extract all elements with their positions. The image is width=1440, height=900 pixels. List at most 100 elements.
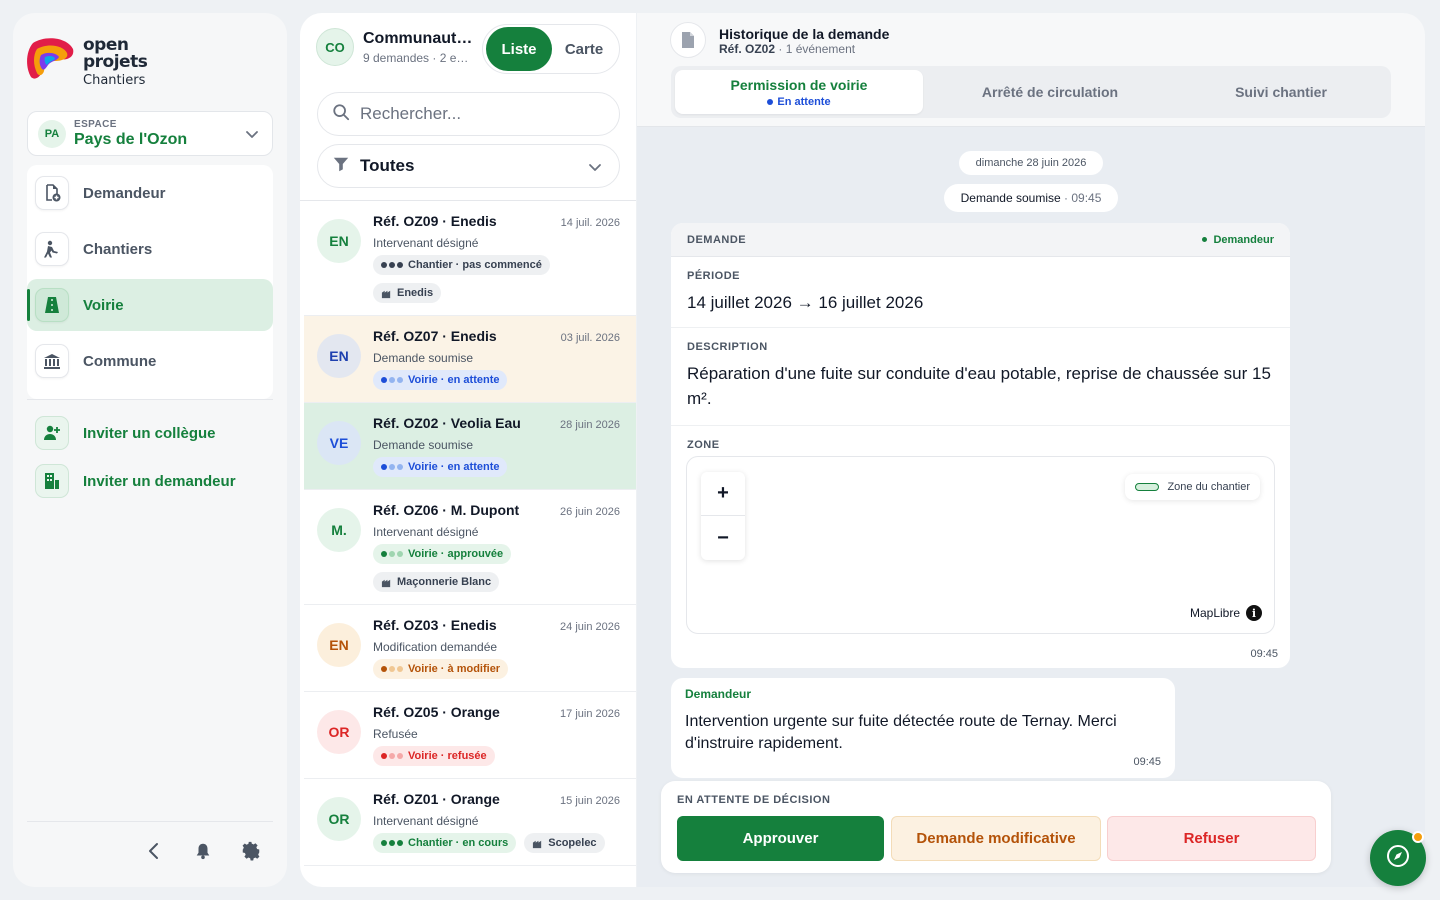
item-date: 14 juil. 2026 <box>560 217 620 229</box>
filter-value: Toutes <box>360 156 415 175</box>
zone-caption: ZONE <box>687 439 720 451</box>
description-value: Réparation d'une fuite sur conduite d'ea… <box>687 364 1271 408</box>
card-author: Demandeur <box>1202 234 1274 246</box>
company-icon <box>532 838 543 849</box>
nav-item-chantiers[interactable]: Chantiers <box>27 223 273 275</box>
bell-icon[interactable] <box>191 839 215 863</box>
progress-dots-icon <box>381 464 403 470</box>
list-item[interactable]: EN Réf. OZ07 · Enedis 03 juil. 2026 Dema… <box>304 316 636 403</box>
info-icon[interactable]: i <box>1246 605 1262 621</box>
brand-logo[interactable]: open projets Chantiers <box>27 37 148 89</box>
decision-bar: EN ATTENTE DE DÉCISION Approuver Demande… <box>661 781 1331 873</box>
message-bubble: Demandeur Intervention urgente sur fuite… <box>671 678 1175 778</box>
attribution-label: MapLibre <box>1189 606 1240 620</box>
message-time: 09:45 <box>1133 756 1161 768</box>
status-badge-label: Voirie · approuvée <box>408 548 504 560</box>
nav-item-voirie[interactable]: Voirie <box>27 279 273 331</box>
request-items: EN Réf. OZ09 · Enedis 14 juil. 2026 Inte… <box>304 201 636 866</box>
status-badge-label: Chantier · pas commencé <box>408 259 542 271</box>
zoom-in-button[interactable]: + <box>701 472 745 516</box>
status-badge: Chantier · pas commencé <box>373 255 550 275</box>
space-caption: ESPACE <box>74 118 117 130</box>
invite-colleague-button[interactable]: Inviter un collègue <box>35 416 216 450</box>
map-attribution[interactable]: MapLibre i <box>1190 605 1262 621</box>
view-map-button[interactable]: Carte <box>552 41 616 58</box>
nav-item-commune[interactable]: Commune <box>27 335 273 387</box>
sidebar: open projets Chantiers PA ESPACE Pays de… <box>13 13 287 887</box>
detail-tabs: Permission de voirie En attente Arrêté d… <box>671 66 1391 118</box>
tab-label: Suivi chantier <box>1235 84 1327 100</box>
view-toggle: Liste Carte <box>482 24 620 74</box>
legend-label: Zone du chantier <box>1167 481 1250 493</box>
event-time: · 09:45 <box>1064 191 1102 205</box>
avatar: OR <box>317 710 361 754</box>
item-status: Intervenant désigné <box>373 525 479 539</box>
company-icon <box>381 288 392 299</box>
space-avatar: PA <box>38 119 66 148</box>
progress-dots-icon <box>381 840 403 846</box>
company-label: Maçonnerie Blanc <box>397 576 492 588</box>
card-title: DEMANDE <box>687 233 747 246</box>
item-date: 26 juin 2026 <box>560 506 620 518</box>
worker-icon <box>35 232 69 266</box>
status-badge: Chantier · en cours <box>373 833 517 853</box>
progress-dots-icon <box>381 262 403 268</box>
view-list-button[interactable]: Liste <box>486 27 552 71</box>
zoom-out-button[interactable]: − <box>701 516 745 560</box>
zone-map[interactable]: + − Zone du chantier MapLibre i <box>686 456 1275 634</box>
period-caption: PÉRIODE <box>687 270 741 282</box>
status-filter[interactable]: Toutes <box>317 144 620 188</box>
status-badge: Voirie · approuvée <box>373 544 512 564</box>
space-selector[interactable]: PA ESPACE Pays de l'Ozon <box>27 111 273 156</box>
nav-item-demandeur[interactable]: Demandeur <box>27 167 273 219</box>
list-item[interactable]: VE Réf. OZ02 · Veolia Eau 28 juin 2026 D… <box>304 403 636 490</box>
message-author: Demandeur <box>685 687 752 701</box>
tab-permission-voirie[interactable]: Permission de voirie En attente <box>675 70 923 114</box>
detail-ref: Réf. OZ02 <box>719 42 776 56</box>
decision-caption: EN ATTENTE DE DÉCISION <box>677 794 831 806</box>
progress-dots-icon <box>381 666 403 672</box>
document-icon <box>670 22 706 58</box>
list-item[interactable]: OR Réf. OZ01 · Orange 15 juin 2026 Inter… <box>304 779 636 866</box>
tab-suivi-chantier[interactable]: Suivi chantier <box>1165 70 1397 114</box>
avatar: M. <box>317 508 361 552</box>
item-status: Modification demandée <box>373 640 498 654</box>
chevron-left-icon[interactable] <box>142 839 166 863</box>
avatar: EN <box>317 219 361 263</box>
list-item[interactable]: EN Réf. OZ03 · Enedis 24 juin 2026 Modif… <box>304 605 636 692</box>
request-card: DEMANDE Demandeur PÉRIODE 14 juillet 202… <box>671 223 1290 668</box>
tab-arrete-circulation[interactable]: Arrêté de circulation <box>931 70 1169 114</box>
message-text: Intervention urgente sur fuite détectée … <box>685 713 1117 752</box>
list-item[interactable]: EN Réf. OZ09 · Enedis 14 juil. 2026 Inte… <box>304 201 636 316</box>
explore-button[interactable] <box>1370 830 1426 886</box>
status-badge: Voirie · à modifier <box>373 659 509 679</box>
status-dot-icon <box>767 98 774 105</box>
card-time: 09:45 <box>1250 648 1278 660</box>
item-date: 15 juin 2026 <box>560 795 620 807</box>
user-add-icon <box>35 416 69 450</box>
gear-icon[interactable] <box>239 839 263 863</box>
nav-label: Voirie <box>83 296 124 314</box>
company-add-icon <box>35 464 69 498</box>
list-item[interactable]: OR Réf. OZ05 · Orange 17 juin 2026 Refus… <box>304 692 636 779</box>
nav-label: Chantiers <box>83 240 153 258</box>
item-date: 03 juil. 2026 <box>560 332 620 344</box>
request-modification-button[interactable]: Demande modificative <box>891 816 1101 861</box>
description-caption: DESCRIPTION <box>687 341 768 353</box>
list-header: CO Communauté de communes du Pays de l'O… <box>316 28 473 66</box>
status-badge-label: Voirie · refusée <box>408 750 487 762</box>
refuse-button[interactable]: Refuser <box>1107 816 1316 861</box>
brand-text: open projets Chantiers <box>83 37 148 89</box>
building-icon <box>35 344 69 378</box>
approve-button[interactable]: Approuver <box>677 816 884 861</box>
list-item[interactable]: M. Réf. OZ06 · M. Dupont 26 juin 2026 In… <box>304 490 636 605</box>
nav-label: Demandeur <box>83 184 166 202</box>
file-add-icon <box>35 176 69 210</box>
compass-icon <box>1386 844 1410 873</box>
invite-requester-button[interactable]: Inviter un demandeur <box>35 464 236 498</box>
logo-mark-icon <box>27 37 75 83</box>
brand-line-2: projets <box>83 52 148 72</box>
progress-dots-icon <box>381 377 403 383</box>
divider <box>27 399 273 400</box>
search-input[interactable] <box>360 104 590 124</box>
